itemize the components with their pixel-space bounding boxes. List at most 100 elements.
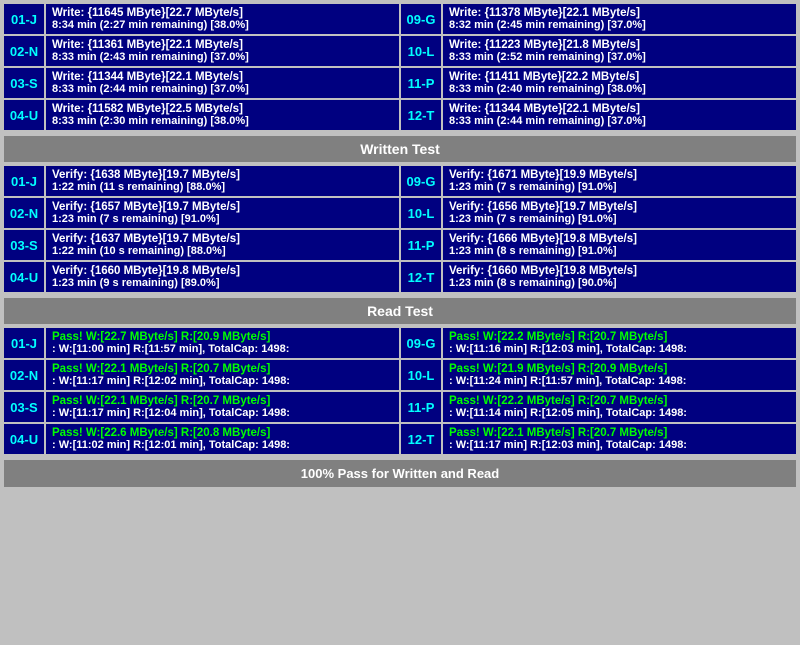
- cell-line1: Write: {11582 MByte}[22.5 MByte/s]: [52, 103, 393, 115]
- cell-line2: 8:33 min (2:30 min remaining) [38.0%]: [52, 115, 393, 127]
- bottom-status: 100% Pass for Written and Read: [4, 460, 796, 487]
- verify-section: 01-J Verify: {1638 MByte}[19.7 MByte/s] 1:…: [4, 166, 796, 294]
- table-row: 09-GVerify: {1671 MByte}[19.9 MByte/s]1:…: [401, 166, 796, 196]
- cell-id: 09-G: [401, 166, 441, 196]
- cell-content: Pass! W:[21.9 MByte/s] R:[20.9 MByte/s]:…: [443, 360, 796, 390]
- cell-id: 03-S: [4, 230, 44, 260]
- cell-line1: Verify: {1637 MByte}[19.7 MByte/s]: [52, 233, 393, 245]
- table-row: 10-LPass! W:[21.9 MByte/s] R:[20.9 MByte…: [401, 360, 796, 390]
- cell-line2: 1:23 min (7 s remaining) [91.0%]: [52, 213, 393, 225]
- cell-line2: : W:[11:17 min] R:[12:02 min], TotalCap:…: [52, 375, 393, 387]
- cell-content: Verify: {1660 MByte}[19.8 MByte/s]1:23 m…: [443, 262, 796, 292]
- cell-content: Verify: {1671 MByte}[19.9 MByte/s]1:23 m…: [443, 166, 796, 196]
- cell-line1: Pass! W:[22.2 MByte/s] R:[20.7 MByte/s]: [449, 395, 790, 407]
- read-test-header: Read Test: [4, 298, 796, 324]
- cell-line2: : W:[11:02 min] R:[12:01 min], TotalCap:…: [52, 439, 393, 451]
- cell-id: 01-J: [4, 328, 44, 358]
- cell-line2: : W:[11:17 min] R:[12:03 min], TotalCap:…: [449, 439, 790, 451]
- table-row: 12-T Pass! W:[22.1 MByte/s] R:[20.7 MByte…: [401, 424, 796, 454]
- pass-left-col: 01-JPass! W:[22.7 MByte/s] R:[20.9 MByte…: [4, 328, 399, 456]
- cell-line2: 8:34 min (2:27 min remaining) [38.0%]: [52, 19, 393, 31]
- cell-line2: 8:33 min (2:44 min remaining) [37.0%]: [52, 83, 393, 95]
- cell-line2: 1:23 min (7 s remaining) [91.0%]: [449, 213, 790, 225]
- cell-line1: Pass! W:[22.7 MByte/s] R:[20.9 MByte/s]: [52, 331, 393, 343]
- table-row: 04-UWrite: {11582 MByte}[22.5 MByte/s]8:…: [4, 100, 399, 130]
- cell-id: 11-P: [401, 392, 441, 422]
- cell-line1: Write: {11645 MByte}[22.7 MByte/s]: [52, 7, 393, 19]
- table-row: 03-SPass! W:[22.1 MByte/s] R:[20.7 MByte…: [4, 392, 399, 422]
- cell-content: Verify: {1660 MByte}[19.8 MByte/s]1:23 m…: [46, 262, 399, 292]
- table-row: 02-NWrite: {11361 MByte}[22.1 MByte/s]8:…: [4, 36, 399, 66]
- cell-content: Pass! W:[22.1 MByte/s] R:[20.7 MByte/s]:…: [46, 360, 399, 390]
- cell-id: 03-S: [4, 68, 44, 98]
- cell-line1: Verify: {1660 MByte}[19.8 MByte/s]: [52, 265, 393, 277]
- table-row: 11-P Write: {11411 MByte}[22.2 MByte/s]8:…: [401, 68, 796, 98]
- cell-line2: 1:23 min (8 s remaining) [90.0%]: [449, 277, 790, 289]
- table-row: 04-UPass! W:[22.6 MByte/s] R:[20.8 MByte…: [4, 424, 399, 454]
- table-row: 04-UVerify: {1660 MByte}[19.8 MByte/s]1:…: [4, 262, 399, 292]
- cell-line1: Pass! W:[22.2 MByte/s] R:[20.7 MByte/s]: [449, 331, 790, 343]
- cell-id: 11-P: [401, 68, 441, 98]
- cell-line2: : W:[11:17 min] R:[12:04 min], TotalCap:…: [52, 407, 393, 419]
- cell-id: 04-U: [4, 262, 44, 292]
- cell-line2: : W:[11:14 min] R:[12:05 min], TotalCap:…: [449, 407, 790, 419]
- cell-line1: Verify: {1660 MByte}[19.8 MByte/s]: [449, 265, 790, 277]
- bottom-status-label: 100% Pass for Written and Read: [301, 466, 499, 481]
- cell-line1: Write: {11378 MByte}[22.1 MByte/s]: [449, 7, 790, 19]
- cell-id: 02-N: [4, 198, 44, 228]
- cell-line2: 1:22 min (10 s remaining) [88.0%]: [52, 245, 393, 257]
- pass-section: 01-JPass! W:[22.7 MByte/s] R:[20.9 MByte…: [4, 328, 796, 456]
- cell-content: Write: {11378 MByte}[22.1 MByte/s]8:32 m…: [443, 4, 796, 34]
- table-row: 10-LWrite: {11223 MByte}[21.8 MByte/s]8:…: [401, 36, 796, 66]
- cell-line1: Pass! W:[22.6 MByte/s] R:[20.8 MByte/s]: [52, 427, 393, 439]
- cell-content: Write: {11361 MByte}[22.1 MByte/s]8:33 m…: [46, 36, 399, 66]
- cell-id: 02-N: [4, 360, 44, 390]
- table-row: 03-S Write: {11344 MByte}[22.1 MByte/s]8:…: [4, 68, 399, 98]
- cell-content: Verify: {1637 MByte}[19.7 MByte/s]1:22 m…: [46, 230, 399, 260]
- cell-id: 12-T: [401, 424, 441, 454]
- cell-content: Write: {11645 MByte}[22.7 MByte/s]8:34 m…: [46, 4, 399, 34]
- cell-line2: : W:[11:00 min] R:[11:57 min], TotalCap:…: [52, 343, 393, 355]
- cell-content: Verify: {1656 MByte}[19.7 MByte/s]1:23 m…: [443, 198, 796, 228]
- cell-content: Pass! W:[22.2 MByte/s] R:[20.7 MByte/s]:…: [443, 328, 796, 358]
- cell-line1: Verify: {1656 MByte}[19.7 MByte/s]: [449, 201, 790, 213]
- cell-line2: 8:33 min (2:43 min remaining) [37.0%]: [52, 51, 393, 63]
- cell-id: 10-L: [401, 360, 441, 390]
- cell-id: 01-J: [4, 4, 44, 34]
- cell-id: 10-L: [401, 198, 441, 228]
- cell-line1: Pass! W:[22.1 MByte/s] R:[20.7 MByte/s]: [449, 427, 790, 439]
- cell-id: 03-S: [4, 392, 44, 422]
- cell-line1: Verify: {1638 MByte}[19.7 MByte/s]: [52, 169, 393, 181]
- table-row: 11-P Pass! W:[22.2 MByte/s] R:[20.7 MByte…: [401, 392, 796, 422]
- cell-line1: Pass! W:[21.9 MByte/s] R:[20.9 MByte/s]: [449, 363, 790, 375]
- cell-content: Verify: {1657 MByte}[19.7 MByte/s]1:23 m…: [46, 198, 399, 228]
- cell-id: 01-J: [4, 166, 44, 196]
- table-row: 09-GPass! W:[22.2 MByte/s] R:[20.7 MByte…: [401, 328, 796, 358]
- verify-left-col: 01-J Verify: {1638 MByte}[19.7 MByte/s] 1:…: [4, 166, 399, 294]
- verify-right-col: 09-GVerify: {1671 MByte}[19.9 MByte/s]1:…: [401, 166, 796, 294]
- table-row: 01-JWrite: {11645 MByte}[22.7 MByte/s]8:…: [4, 4, 399, 34]
- cell-line1: Write: {11344 MByte}[22.1 MByte/s]: [449, 103, 790, 115]
- cell-id: 12-T: [401, 100, 441, 130]
- cell-line1: Write: {11411 MByte}[22.2 MByte/s]: [449, 71, 790, 83]
- written-test-label: Written Test: [360, 141, 440, 157]
- written-test-header: Written Test: [4, 136, 796, 162]
- cell-line2: : W:[11:24 min] R:[11:57 min], TotalCap:…: [449, 375, 790, 387]
- table-row: 10-LVerify: {1656 MByte}[19.7 MByte/s]1:…: [401, 198, 796, 228]
- cell-id: 10-L: [401, 36, 441, 66]
- table-row: 11-PVerify: {1666 MByte}[19.8 MByte/s]1:…: [401, 230, 796, 260]
- cell-content: Write: {11344 MByte}[22.1 MByte/s]8:33 m…: [443, 100, 796, 130]
- table-row: 01-JPass! W:[22.7 MByte/s] R:[20.9 MByte…: [4, 328, 399, 358]
- cell-content: Write: {11582 MByte}[22.5 MByte/s]8:33 m…: [46, 100, 399, 130]
- cell-content: Pass! W:[22.7 MByte/s] R:[20.9 MByte/s]:…: [46, 328, 399, 358]
- read-test-label: Read Test: [367, 303, 433, 319]
- cell-id: 11-P: [401, 230, 441, 260]
- cell-content: Pass! W:[22.6 MByte/s] R:[20.8 MByte/s]:…: [46, 424, 399, 454]
- cell-line2: 8:33 min (2:40 min remaining) [38.0%]: [449, 83, 790, 95]
- table-row: 12-TVerify: {1660 MByte}[19.8 MByte/s]1:…: [401, 262, 796, 292]
- cell-line1: Verify: {1671 MByte}[19.9 MByte/s]: [449, 169, 790, 181]
- cell-line2: 8:33 min (2:52 min remaining) [37.0%]: [449, 51, 790, 63]
- cell-line1: Write: {11344 MByte}[22.1 MByte/s]: [52, 71, 393, 83]
- cell-id: 09-G: [401, 328, 441, 358]
- table-row: 02-NPass! W:[22.1 MByte/s] R:[20.7 MByte…: [4, 360, 399, 390]
